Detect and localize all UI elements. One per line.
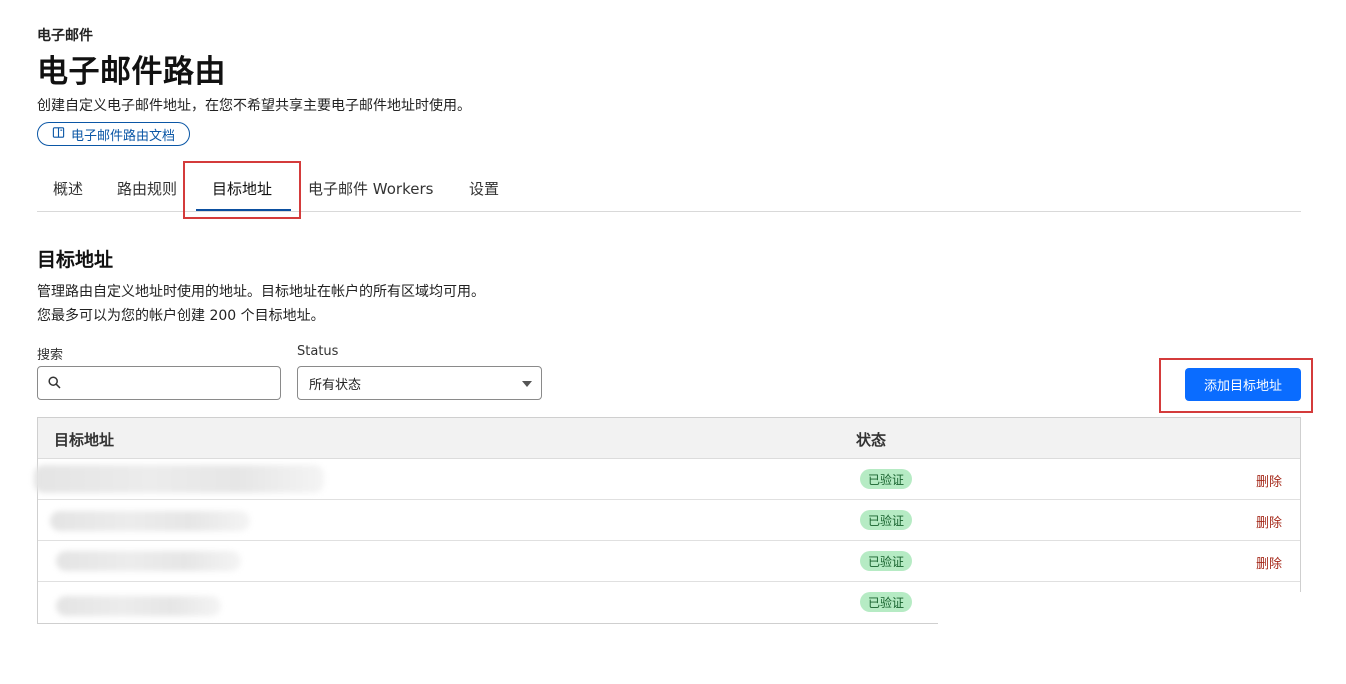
page-title: 电子邮件路由 — [37, 54, 226, 90]
status-badge: 已验证 — [860, 592, 913, 612]
status-label: Status — [297, 344, 339, 359]
status-badge: 已验证 — [860, 551, 913, 571]
column-header-address: 目标地址 — [54, 431, 115, 449]
page-description: 创建自定义电子邮件地址，在您不希望共享主要电子邮件地址时使用。 — [37, 98, 471, 114]
book-icon — [52, 126, 65, 143]
section-description-line2: 您最多可以为您的帐户创建 200 个目标地址。 — [37, 308, 325, 324]
tab-routing-rules[interactable]: 路由规则 — [117, 178, 177, 199]
table-row: 已验证 删除 — [38, 500, 1300, 541]
delete-link[interactable]: 删除 — [1256, 512, 1282, 531]
delete-link[interactable]: 删除 — [1256, 471, 1282, 490]
address-redacted — [50, 511, 250, 531]
section-title: 目标地址 — [37, 249, 114, 271]
breadcrumb: 电子邮件 — [37, 28, 93, 44]
section-description-line1: 管理路由自定义地址时使用的地址。目标地址在帐户的所有区域均可用。 — [37, 284, 485, 300]
status-badge: 已验证 — [860, 510, 913, 530]
status-select[interactable]: 所有状态 — [297, 366, 542, 400]
search-input[interactable] — [67, 375, 267, 391]
chevron-down-icon — [522, 381, 532, 387]
cropped-overlay — [938, 592, 1310, 632]
status-badge: 已验证 — [860, 469, 913, 489]
tab-email-workers[interactable]: 电子邮件 Workers — [308, 178, 433, 199]
search-field[interactable] — [37, 366, 281, 400]
address-redacted — [56, 551, 241, 571]
docs-link-label: 电子邮件路由文档 — [71, 128, 176, 144]
table-row: 已验证 删除 — [34, 459, 1300, 500]
search-label: 搜索 — [37, 348, 64, 363]
table-header: 目标地址 状态 — [38, 418, 1300, 459]
search-icon — [48, 374, 61, 393]
table-row: 已验证 删除 — [38, 541, 1300, 582]
tab-settings[interactable]: 设置 — [469, 178, 499, 199]
status-select-value: 所有状态 — [309, 377, 362, 393]
address-redacted — [34, 465, 324, 493]
tab-overview[interactable]: 概述 — [53, 178, 83, 199]
address-redacted — [56, 596, 221, 616]
column-header-status: 状态 — [856, 431, 887, 449]
docs-link-button[interactable]: 电子邮件路由文档 — [37, 122, 191, 146]
delete-link[interactable]: 删除 — [1256, 553, 1282, 572]
annotation-box-button — [1159, 358, 1313, 413]
annotation-box-tab — [183, 161, 301, 219]
